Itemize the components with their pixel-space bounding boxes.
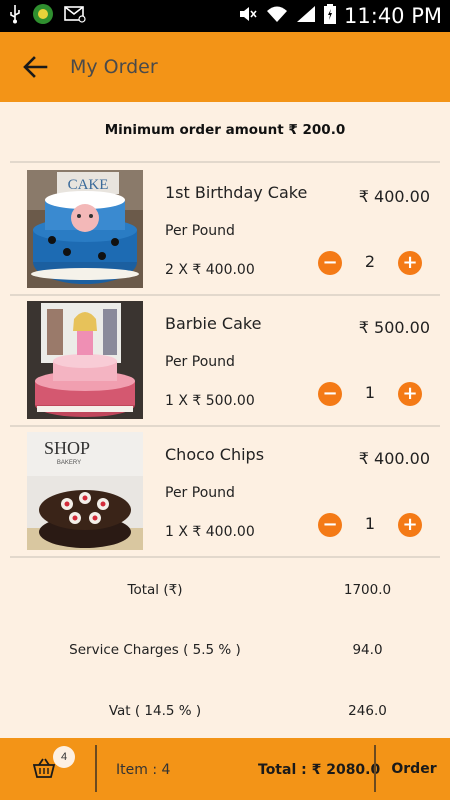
summary-row-service-charges: Service Charges ( 5.5 % ) 94.0: [0, 642, 450, 666]
summary-row-vat: Vat ( 14.5 % ) 246.0: [0, 703, 450, 727]
item-subtotal: 2 X ₹ 400.00: [165, 262, 255, 278]
divider: [374, 745, 376, 792]
item-quantity: 1: [364, 383, 376, 402]
app-notification-icon: [32, 3, 54, 30]
item-quantity: 1: [364, 514, 376, 533]
app-bar: My Order: [0, 32, 450, 102]
item-unit: Per Pound: [165, 354, 235, 370]
basket-icon[interactable]: [32, 758, 56, 778]
increase-quantity-button[interactable]: +: [398, 513, 422, 537]
image-label-text: SHOP: [44, 438, 90, 458]
cart-item: Barbie Cake ₹ 500.00 Per Pound 1 X ₹ 500…: [0, 294, 450, 425]
image-sublabel-text: BAKERY: [57, 460, 81, 466]
signal-icon: [296, 5, 316, 28]
item-unit: Per Pound: [165, 223, 235, 239]
item-price: ₹ 400.00: [358, 449, 430, 468]
summary-value: 1700.0: [343, 582, 392, 598]
mute-icon: [238, 4, 258, 29]
item-name: Choco Chips: [165, 445, 265, 464]
status-time: 11:40 PM: [344, 4, 442, 28]
item-image: SHOP BAKERY: [27, 432, 143, 550]
image-label-text: CAKE: [68, 177, 109, 193]
minimum-order-notice: Minimum order amount ₹ 200.0: [104, 122, 346, 138]
summary-value: 94.0: [352, 642, 383, 658]
usb-icon: [8, 4, 22, 29]
item-unit: Per Pound: [165, 485, 235, 501]
item-price: ₹ 400.00: [358, 187, 430, 206]
status-bar: 11:40 PM: [0, 0, 450, 32]
decrease-quantity-button[interactable]: −: [318, 513, 342, 537]
battery-icon: [324, 3, 337, 29]
cart-item: SHOP BAKERY Choco Chips ₹ 400.00 Per Pou…: [0, 425, 450, 556]
page-title: My Order: [70, 56, 158, 78]
increase-quantity-button[interactable]: +: [398, 251, 422, 275]
item-name: 1st Birthday Cake: [165, 183, 308, 202]
summary-value: 246.0: [348, 703, 387, 719]
decrease-quantity-button[interactable]: −: [318, 251, 342, 275]
summary-label: Vat ( 14.5 % ): [108, 703, 202, 719]
summary-label: Service Charges ( 5.5 % ): [69, 642, 241, 658]
cart-item: CAKE 1st Birthday Cake ₹ 400.00 Per Poun…: [0, 163, 450, 294]
item-name: Barbie Cake: [165, 314, 262, 333]
item-subtotal: 1 X ₹ 500.00: [165, 393, 255, 409]
summary-row-total: Total (₹) 1700.0: [0, 582, 450, 606]
items-count-label: Item : 4: [116, 762, 171, 778]
increase-quantity-button[interactable]: +: [398, 382, 422, 406]
checkout-bar: 4 Item : 4 Total : ₹ 2080.0 Order: [0, 738, 450, 800]
item-price: ₹ 500.00: [358, 318, 430, 337]
divider: [10, 556, 440, 558]
summary-label: Total (₹): [127, 582, 183, 598]
item-image: [27, 301, 143, 419]
wifi-icon: [266, 5, 288, 28]
order-button[interactable]: Order: [378, 738, 450, 800]
decrease-quantity-button[interactable]: −: [318, 382, 342, 406]
divider: [95, 745, 97, 792]
cart-count-badge: 4: [53, 746, 75, 768]
item-subtotal: 1 X ₹ 400.00: [165, 524, 255, 540]
back-arrow-icon[interactable]: [20, 51, 52, 83]
mail-icon: [64, 5, 86, 28]
grand-total-label: Total : ₹ 2080.0: [258, 762, 381, 778]
item-image: CAKE: [27, 170, 143, 288]
item-quantity: 2: [364, 252, 376, 271]
